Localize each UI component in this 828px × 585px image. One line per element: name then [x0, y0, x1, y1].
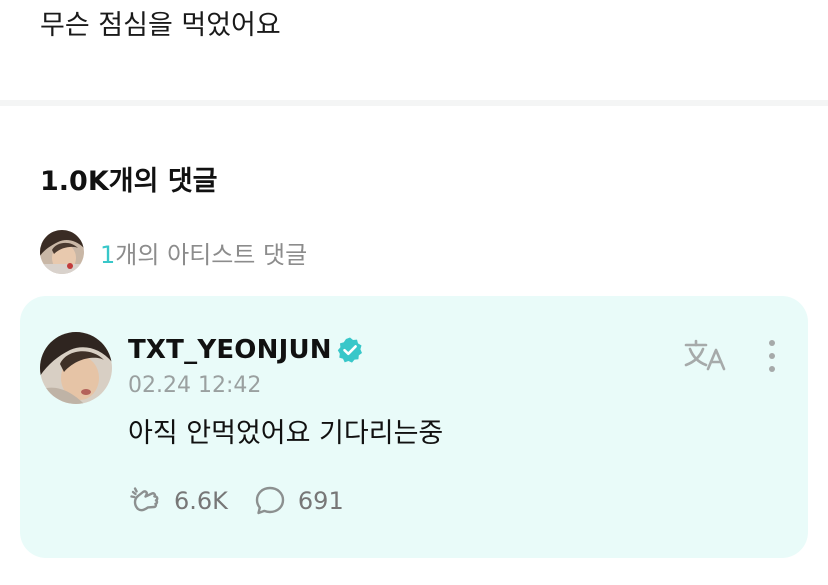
reply-bubble-icon — [255, 486, 285, 515]
comment-author-row: TXT_YEONJUN — [128, 332, 364, 368]
post-text: 무슨 점심을 먹었어요 — [40, 10, 281, 41]
more-options-button[interactable] — [758, 338, 786, 374]
more-vertical-icon — [769, 340, 775, 372]
artist-comments-label-text: 개의 아티스트 댓글 — [115, 240, 308, 269]
avatar-photo-icon — [40, 230, 84, 274]
avatar[interactable] — [40, 332, 112, 404]
comment-body: 아직 안먹었어요 기다리는중 — [128, 418, 444, 449]
like-button[interactable]: 6.6K — [128, 483, 228, 519]
artist-comments-label: 1개의 아티스트 댓글 — [100, 235, 307, 270]
comment-actions: 6.6K 691 — [128, 482, 368, 520]
section-divider — [0, 100, 828, 106]
comment-author-name[interactable]: TXT_YEONJUN — [128, 335, 332, 365]
comment-timestamp: 02.24 12:42 — [128, 373, 262, 398]
translate-icon — [684, 339, 726, 371]
avatar-photo-icon — [40, 332, 112, 404]
artist-comments-count: 1 — [100, 240, 116, 269]
like-count: 6.6K — [174, 487, 228, 515]
artist-comments-filter[interactable]: 1개의 아티스트 댓글 — [40, 230, 307, 274]
page: 무슨 점심을 먹었어요 1.0K개의 댓글 1개의 아티스트 댓글 TXT_YE… — [0, 0, 828, 585]
artist-avatar-small — [40, 230, 84, 274]
verified-badge-icon — [336, 336, 364, 364]
artist-comment-card: TXT_YEONJUN 02.24 12:42 아직 안먹었어요 기다리는중 6… — [20, 296, 808, 558]
translate-button[interactable] — [684, 338, 728, 372]
reply-button[interactable]: 691 — [252, 483, 344, 519]
cheer-icon — [130, 487, 159, 512]
comments-count-title: 1.0K개의 댓글 — [40, 166, 218, 197]
reply-count: 691 — [297, 487, 344, 515]
